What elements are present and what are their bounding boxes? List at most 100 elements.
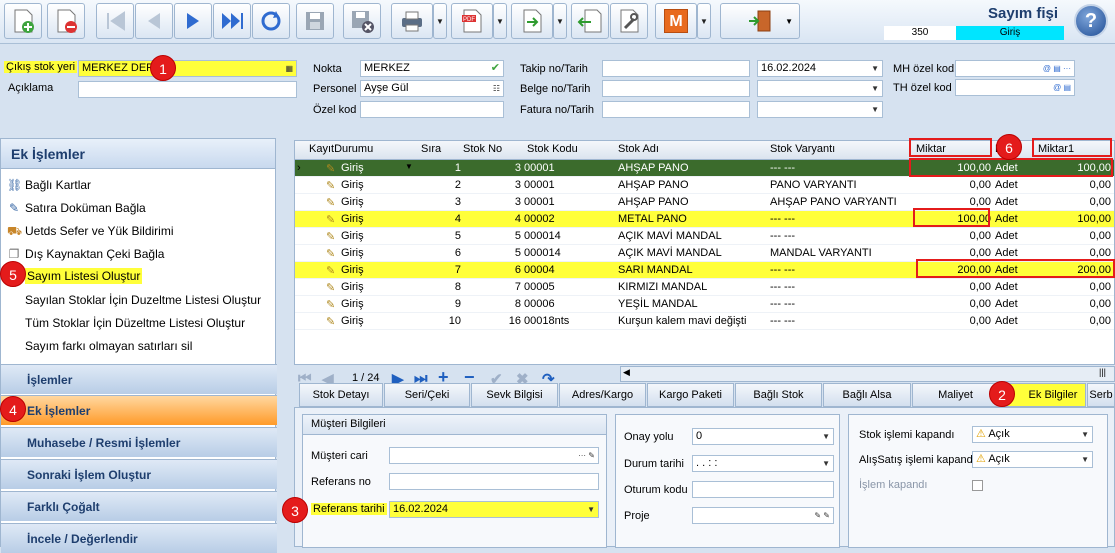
table-row[interactable]: ✎ Giriş 9 8 00006 YEŞİL MANDAL --- --- 0,00 Adet… <box>295 296 1114 313</box>
th-ozel-kod-field[interactable]: @ ▤ <box>955 79 1075 96</box>
group-ek-islemler[interactable]: Ek İşlemler <box>1 395 277 425</box>
referans-tarihi-field[interactable]: 16.02.2024 ▼ <box>389 501 599 518</box>
menu-item-uetds[interactable]: ⛟ Uetds Sefer ve Yük Bildirimi <box>7 224 174 238</box>
person-icon[interactable]: ☷ <box>493 81 500 96</box>
cell-miktar1[interactable]: 0,00 <box>1038 196 1111 208</box>
chevron-down-icon[interactable]: ▼ <box>822 429 830 444</box>
chevron-down-icon[interactable]: ▼ <box>822 456 830 471</box>
menu-item-sayim-listesi[interactable]: Sayım Listesi Oluştur <box>25 268 143 284</box>
m-button[interactable]: M <box>655 3 697 39</box>
cell-sira[interactable]: 3 <box>405 196 461 208</box>
cell-stok-kodu[interactable]: 00001 <box>524 196 604 208</box>
chevron-down-icon[interactable]: ▼ <box>871 81 879 96</box>
cell-stok-kodu[interactable]: 000014 <box>524 247 604 259</box>
cell-miktar1[interactable]: 0,00 <box>1038 281 1111 293</box>
group-incele[interactable]: İncele / Değerlendir <box>1 523 277 553</box>
at-icon[interactable]: @ ▤ <box>1053 80 1071 95</box>
cell-miktar[interactable]: 0,00 <box>915 196 991 208</box>
table-row[interactable]: ✎ Giriş 8 7 00005 KIRMIZI MANDAL --- --- 0,00 Ad… <box>295 279 1114 296</box>
group-muhasebe[interactable]: Muhasebe / Resmi İşlemler <box>1 427 277 457</box>
tab-sevk-bilgisi[interactable]: Sevk Bilgisi <box>471 383 558 407</box>
cell-sira[interactable]: 9 <box>405 298 461 310</box>
personel-field[interactable]: Ayşe Gül ☷ <box>360 80 504 97</box>
cell-birim[interactable]: Adet <box>995 196 1035 208</box>
cell-stok-adi[interactable]: AÇIK MAVİ MANDAL <box>618 247 766 259</box>
cell-stok-kodu[interactable]: 00018nts <box>524 315 604 327</box>
first-record-button[interactable] <box>96 3 134 39</box>
print-button[interactable] <box>391 3 433 39</box>
cell-durum[interactable]: Giriş <box>341 298 364 310</box>
cell-sira[interactable]: 2 <box>405 179 461 191</box>
cell-varyant[interactable]: AHŞAP PANO VARYANTI <box>770 196 914 208</box>
chevron-down-icon[interactable]: ▼ <box>871 61 879 76</box>
nokta-field[interactable]: MERKEZ ✔ <box>360 60 504 77</box>
tab-serbest[interactable]: Serb <box>1087 383 1115 407</box>
cell-sira[interactable]: 10 <box>405 315 461 327</box>
cell-stok-kodu[interactable]: 00006 <box>524 298 604 310</box>
cell-birim[interactable]: Adet <box>995 179 1035 191</box>
islem-kapandi-checkbox[interactable] <box>972 480 983 491</box>
durum-tarihi-field[interactable]: . . : : ▼ <box>692 455 834 472</box>
refresh-button[interactable] <box>252 3 290 39</box>
edit-icon[interactable]: ··· ✎ <box>578 448 595 463</box>
cell-miktar1[interactable]: 0,00 <box>1038 298 1111 310</box>
cell-sira[interactable]: 8 <box>405 281 461 293</box>
export-button[interactable] <box>511 3 553 39</box>
last-record-button[interactable] <box>213 3 251 39</box>
table-row[interactable]: ✎ Giriş 4 4 00002 METAL PANO --- --- 100,00 Adet… <box>295 211 1114 228</box>
cell-miktar1[interactable]: 0,00 <box>1038 230 1111 242</box>
cell-sira[interactable]: 1 <box>405 162 461 174</box>
group-islemler[interactable]: İşlemler <box>1 364 277 394</box>
table-row[interactable]: ✎ Giriş 3 3 00001 AHŞAP PANO AHŞAP PANO VARYAN… <box>295 194 1114 211</box>
menu-item-sayilan-stoklar[interactable]: Sayılan Stoklar İçin Duzeltme Listesi Ol… <box>25 293 261 307</box>
cell-stok-adi[interactable]: YEŞİL MANDAL <box>618 298 766 310</box>
cell-stok-kodu[interactable]: 00005 <box>524 281 604 293</box>
belge-no-field[interactable] <box>602 80 750 97</box>
cell-durum[interactable]: Giriş <box>341 179 364 191</box>
cell-stok-kodu[interactable]: 00001 <box>524 179 604 191</box>
cell-miktar[interactable]: 0,00 <box>915 230 991 242</box>
cell-stok-no[interactable]: 3 <box>463 162 521 174</box>
print-dropdown[interactable]: ▼ <box>433 3 447 39</box>
cell-stok-no[interactable]: 6 <box>463 264 521 276</box>
tab-kargo-paketi[interactable]: Kargo Paketi <box>647 383 734 407</box>
col-stok-varyanti[interactable]: Stok Varyantı <box>770 143 835 155</box>
cell-stok-adi[interactable]: SARI MANDAL <box>618 264 766 276</box>
mh-ozel-kod-field[interactable]: @ ▤ ··· <box>955 60 1075 77</box>
at-icon[interactable]: @ ▤ ··· <box>1043 61 1071 76</box>
table-row[interactable]: ✎ Giriş 2 3 00001 AHŞAP PANO PANO VARYANTI 0,00… <box>295 177 1114 194</box>
cell-stok-adi[interactable]: METAL PANO <box>618 213 766 225</box>
cell-varyant[interactable]: MANDAL VARYANTI <box>770 247 914 259</box>
cell-varyant[interactable]: --- --- <box>770 162 914 174</box>
col-stok-no[interactable]: Stok No <box>463 143 502 155</box>
tab-seri-ceki[interactable]: Seri/Çeki <box>384 383 470 407</box>
cikis-stok-yeri-field[interactable]: MERKEZ DEPO ▦ <box>78 60 297 77</box>
pdf-button[interactable]: PDF <box>451 3 493 39</box>
cell-stok-adi[interactable]: AÇIK MAVİ MANDAL <box>618 230 766 242</box>
referans-no-field[interactable] <box>389 473 599 490</box>
cell-stok-no[interactable]: 16 <box>463 315 521 327</box>
cell-varyant[interactable]: --- --- <box>770 264 914 276</box>
takip-date-field[interactable]: 16.02.2024 ▼ <box>757 60 883 77</box>
cell-miktar1[interactable]: 0,00 <box>1038 315 1111 327</box>
cell-stok-no[interactable]: 3 <box>463 196 521 208</box>
alissatis-field[interactable]: ⚠ Açık ▼ <box>972 451 1093 468</box>
tab-adres-kargo[interactable]: Adres/Kargo <box>559 383 646 407</box>
export-dropdown[interactable]: ▼ <box>553 3 567 39</box>
cell-durum[interactable]: Giriş <box>341 281 364 293</box>
cell-birim[interactable]: Adet <box>995 298 1035 310</box>
cell-stok-no[interactable]: 8 <box>463 298 521 310</box>
pdf-dropdown[interactable]: ▼ <box>493 3 507 39</box>
belge-date-field[interactable]: ▼ <box>757 80 883 97</box>
cell-durum[interactable]: Giriş <box>341 247 364 259</box>
oturum-kodu-field[interactable] <box>692 481 834 498</box>
horizontal-scrollbar[interactable]: ◀ ||| <box>620 366 1115 382</box>
cell-sira[interactable]: 7 <box>405 264 461 276</box>
cell-birim[interactable]: Adet <box>995 230 1035 242</box>
table-row[interactable]: ✎ Giriş 10 16 00018nts Kurşun kalem mavi deği… <box>295 313 1114 330</box>
cell-stok-adi[interactable]: KIRMIZI MANDAL <box>618 281 766 293</box>
cell-stok-no[interactable]: 3 <box>463 179 521 191</box>
menu-item-sayim-farki-sil[interactable]: Sayım farkı olmayan satırları sil <box>25 339 192 353</box>
cell-miktar1[interactable]: 100,00 <box>1038 213 1111 225</box>
cell-miktar[interactable]: 0,00 <box>915 315 991 327</box>
